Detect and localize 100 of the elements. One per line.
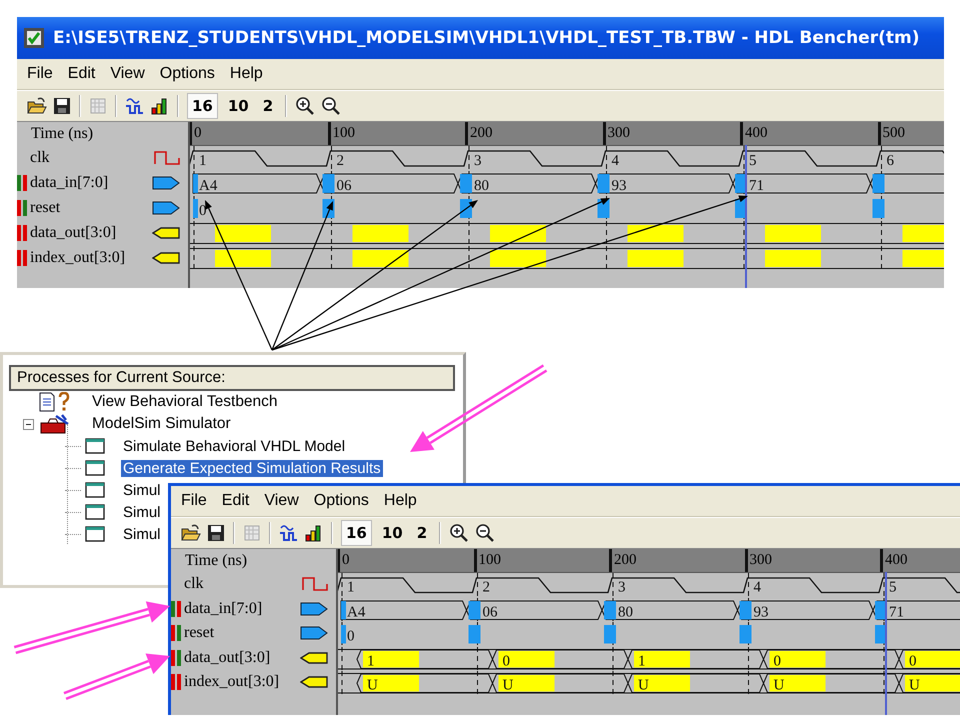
menu-item[interactable]: Options [160,65,215,83]
expected-value-highlight[interactable] [498,675,554,692]
signal-value[interactable]: 71 [749,178,764,194]
signal-value[interactable]: U [367,678,378,694]
menu-item[interactable]: View [110,65,145,83]
menu-item[interactable]: Help [230,65,263,83]
menu-item[interactable]: Help [384,492,417,510]
open-folder-icon[interactable] [181,524,201,542]
signal-value[interactable]: 93 [612,178,626,194]
zoom-in-icon[interactable] [449,523,470,543]
zoom-in-icon[interactable] [295,96,316,116]
radix-button[interactable]: 16 [341,520,372,546]
radix-button[interactable]: 10 [378,521,407,545]
process-item[interactable]: View Behavioral Testbench [90,393,280,411]
process-item[interactable]: Simul [121,482,163,498]
expected-value-highlight[interactable] [770,650,826,667]
output-port-icon [300,650,328,666]
expected-value-highlight[interactable] [490,250,546,267]
signal-name[interactable]: index_out[3:0] [184,673,297,692]
clock-cycle-number: 4 [754,580,761,596]
signal-value[interactable]: 06 [482,604,498,620]
output-port-icon [152,224,180,240]
signal-value[interactable]: U [638,678,649,694]
expected-value-highlight[interactable] [628,225,684,242]
signal-value[interactable]: A4 [199,178,218,194]
expected-value-highlight[interactable] [352,250,408,267]
open-folder-icon[interactable] [27,97,47,115]
zoom-out-icon[interactable] [475,523,496,543]
signal-value[interactable]: 93 [754,604,768,620]
time-tick-label: 300 [750,552,772,568]
signal-value[interactable]: A4 [347,604,366,620]
bar-chart-icon[interactable] [151,97,169,115]
signal-name[interactable]: index_out[3:0] [30,248,149,266]
waveform-icon[interactable] [279,524,299,542]
input-port-icon [300,600,328,617]
stimulus-highlight[interactable] [604,600,616,619]
waveform-icon[interactable] [125,97,145,115]
signal-value[interactable]: 0 [909,653,916,669]
radix-button[interactable]: 2 [258,94,278,118]
menu-item[interactable]: File [27,65,53,83]
signal-name[interactable]: data_in[7:0] [30,174,149,192]
save-icon[interactable] [207,524,225,542]
signal-value[interactable]: 1 [638,653,646,669]
expected-value-highlight[interactable] [634,675,690,692]
process-item[interactable]: Simul [121,526,163,542]
bar-chart-icon[interactable] [305,524,323,542]
signal-name[interactable]: clk [184,575,299,594]
expected-value-highlight[interactable] [363,675,419,692]
clock-cycle-number: 2 [482,580,490,596]
input-port-icon [300,625,328,642]
signal-value[interactable]: U [502,678,514,694]
zoom-out-icon[interactable] [321,96,342,116]
signal-name[interactable]: data_out[3:0] [30,224,149,242]
signal-value[interactable]: 0 [347,628,354,644]
process-item[interactable]: Simul [121,504,163,520]
signal-name[interactable]: reset [184,624,297,642]
expected-value-highlight[interactable] [215,250,271,267]
process-item[interactable]: ModelSim Simulator [90,415,233,433]
signal-value[interactable]: 1 [367,653,374,669]
document-question-icon [38,392,72,412]
menu-item[interactable]: File [181,492,207,510]
expected-value-highlight[interactable] [905,675,960,692]
stimulus-highlight[interactable] [740,600,752,619]
stimulus-highlight[interactable] [468,600,480,619]
expected-value-highlight[interactable] [498,650,554,667]
stimulus-highlight[interactable] [341,600,346,619]
signal-name[interactable]: data_out[3:0] [184,648,297,667]
signal-value[interactable]: 80 [474,178,489,194]
collapse-toggle[interactable] [23,418,34,430]
expected-value-highlight[interactable] [490,225,546,242]
menu-item[interactable]: View [264,492,299,510]
menu-item[interactable]: Edit [222,492,250,510]
time-tick-label: 400 [885,552,908,568]
signal-value[interactable]: 06 [336,178,352,194]
process-item[interactable]: Simulate Behavioral VHDL Model [121,438,348,454]
radix-button[interactable]: 10 [224,94,253,118]
signal-name[interactable]: clk [30,148,151,166]
clock-cycle-number: 1 [347,580,354,596]
menu-item[interactable]: Options [314,492,369,510]
expected-value-highlight[interactable] [770,675,826,692]
clock-cycle-number: 4 [612,153,619,169]
signal-value[interactable]: 80 [618,604,633,620]
process-item[interactable]: Generate Expected Simulation Results [121,460,383,476]
expected-value-highlight[interactable] [905,650,960,667]
signal-value[interactable]: U [774,678,784,694]
signal-value[interactable]: 71 [889,604,904,620]
time-tick-label: 0 [342,552,350,568]
signal-value[interactable]: 0 [199,203,206,219]
signal-value[interactable]: U [909,678,920,694]
window-icon [85,526,105,542]
radix-button[interactable]: 16 [187,93,218,119]
expected-value-highlight[interactable] [215,225,271,242]
signal-value[interactable]: 0 [502,653,510,669]
radix-button[interactable]: 2 [412,521,432,545]
signal-name[interactable]: data_in[7:0] [184,600,297,618]
input-port-icon [152,200,180,216]
menu-item[interactable]: Edit [68,65,96,83]
save-icon[interactable] [53,97,71,115]
signal-value[interactable]: 0 [774,653,781,669]
signal-name[interactable]: reset [30,198,149,216]
